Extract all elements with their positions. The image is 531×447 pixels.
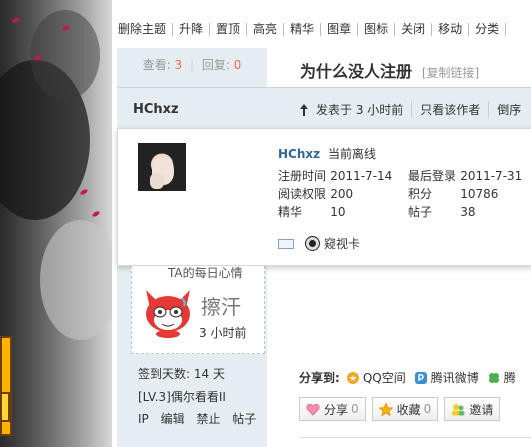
clover-icon [488, 372, 499, 383]
card-username[interactable]: HChxz [278, 147, 320, 161]
thread-stats: 查看: 3 | 回复: 0 [117, 56, 267, 73]
tencent-weibo-icon [414, 371, 427, 384]
share-count: 0 [351, 402, 359, 416]
toolbar-bump[interactable]: 升降 [173, 22, 211, 36]
pin-icon [300, 103, 308, 116]
author-name[interactable]: HChxz [133, 102, 179, 117]
field-label: 最后登录 [408, 169, 457, 183]
favorite-button[interactable]: 收藏 0 [371, 397, 439, 421]
divider [299, 437, 531, 447]
online-status: 当前离线 [327, 147, 376, 161]
fox-emoticon-icon [146, 290, 190, 338]
admin-links: IP 编辑 禁止 帖子 [138, 410, 264, 427]
decorative-ink-painting [0, 0, 112, 447]
profile-doc-icon[interactable] [278, 238, 294, 249]
views-count: 3 [174, 58, 183, 72]
reverse-order-link[interactable]: 倒序 [488, 101, 529, 118]
field-label: 帖子 [408, 205, 433, 219]
share-service-label: 腾讯微博 [430, 371, 479, 385]
profile-row: 注册时间 2011-7-14 最后登录 2011-7-31 [278, 167, 531, 185]
profile-fields: 注册时间 2011-7-14 最后登录 2011-7-31 阅读权限 200 积… [278, 167, 531, 221]
signin-days: 签到天数: 14 天 [138, 367, 225, 381]
moderation-toolbar: 删除主题 升降 置顶 高亮 精华 图章 图标 关闭 移动 分类 [112, 10, 531, 48]
toolbar-delete-thread[interactable]: 删除主题 [116, 22, 174, 36]
invite-button[interactable]: 邀请 [444, 397, 501, 421]
toolbar-highlight[interactable]: 高亮 [247, 22, 285, 36]
toolbar-stamp[interactable]: 图章 [321, 22, 359, 36]
eye-icon [306, 237, 319, 250]
ban-user-link[interactable]: 禁止 [196, 412, 220, 426]
field-value: 200 [330, 187, 354, 201]
edit-user-link[interactable]: 编辑 [161, 412, 185, 426]
share-service-label: 腾 [503, 371, 516, 385]
views-label: 查看: [142, 58, 171, 72]
share-button[interactable]: 分享 0 [299, 397, 366, 421]
user-posts-link[interactable]: 帖子 [232, 412, 256, 426]
toolbar-close[interactable]: 关闭 [395, 22, 433, 36]
field-value: 2011-7-14 [330, 169, 393, 183]
toolbar-digest[interactable]: 精华 [284, 22, 322, 36]
share-qzone[interactable]: QQ空间 [346, 369, 406, 386]
post-meta: 发表于 3 小时前 只看该作者 倒序 [298, 101, 529, 118]
field-label: 积分 [408, 187, 433, 201]
star-icon [378, 402, 393, 416]
mood-text: 擦汗 [201, 295, 241, 319]
invite-users-icon [452, 403, 465, 415]
field-value: 38 [460, 205, 476, 219]
peek-card-button[interactable]: 窥视卡 [324, 235, 360, 252]
toolbar-category[interactable]: 分类 [469, 22, 507, 36]
field-value: 10786 [460, 187, 499, 201]
action-buttons: 分享 0 收藏 0 邀请 [299, 397, 506, 421]
field-label: 注册时间 [278, 169, 327, 183]
divider: | [189, 58, 195, 72]
posted-time: 发表于 3 小时前 [316, 103, 404, 117]
share-tencent-other[interactable]: 腾 [487, 369, 516, 386]
toolbar-sticky[interactable]: 置顶 [210, 22, 248, 36]
mood-time: 3 小时前 [199, 326, 247, 340]
invite-button-label: 邀请 [469, 402, 494, 417]
mood-title: TA的每日心情 [168, 266, 243, 280]
favorite-button-label: 收藏 [396, 402, 421, 417]
field-value: 10 [330, 205, 346, 219]
replies-label: 回复: [201, 58, 230, 72]
only-author-link[interactable]: 只看该作者 [411, 101, 488, 118]
favorite-count: 0 [423, 402, 432, 416]
field-label: 精华 [278, 205, 303, 219]
replies-count: 0 [233, 58, 242, 72]
copy-link-button[interactable]: [复制链接] [422, 66, 479, 80]
qzone-icon [346, 371, 359, 384]
share-service-label: QQ空间 [362, 371, 406, 385]
user-level[interactable]: [LV.3]偶尔看看II [138, 388, 226, 405]
profile-row: 精华 10 帖子 38 [278, 203, 531, 221]
card-username-line: HChxz 当前离线 [278, 145, 376, 162]
avatar-hand [150, 173, 164, 189]
toolbar-move[interactable]: 移动 [432, 22, 470, 36]
ip-link[interactable]: IP [138, 412, 149, 426]
field-value: 2011-7-31 [460, 169, 523, 183]
avatar[interactable] [138, 143, 186, 191]
thread-title: 为什么没人注册 [300, 62, 413, 81]
card-tools: 窥视卡 [278, 235, 360, 252]
share-label: 分享到: [299, 371, 340, 385]
share-tencent-weibo[interactable]: 腾讯微博 [414, 369, 479, 386]
field-label: 阅读权限 [278, 187, 327, 201]
profile-row: 阅读权限 200 积分 10786 [278, 185, 531, 203]
heart-icon [306, 403, 320, 416]
share-row: 分享到: QQ空间 腾讯微博 腾 [299, 369, 524, 386]
share-button-label: 分享 [324, 402, 349, 417]
mascot-fragment-icon [0, 392, 10, 422]
profile-popup-card: HChxz 当前离线 注册时间 2011-7-14 最后登录 2011-7-31… [117, 128, 531, 266]
toolbar-icon[interactable]: 图标 [358, 22, 396, 36]
thread-title-row: 为什么没人注册 [复制链接] [300, 58, 479, 82]
